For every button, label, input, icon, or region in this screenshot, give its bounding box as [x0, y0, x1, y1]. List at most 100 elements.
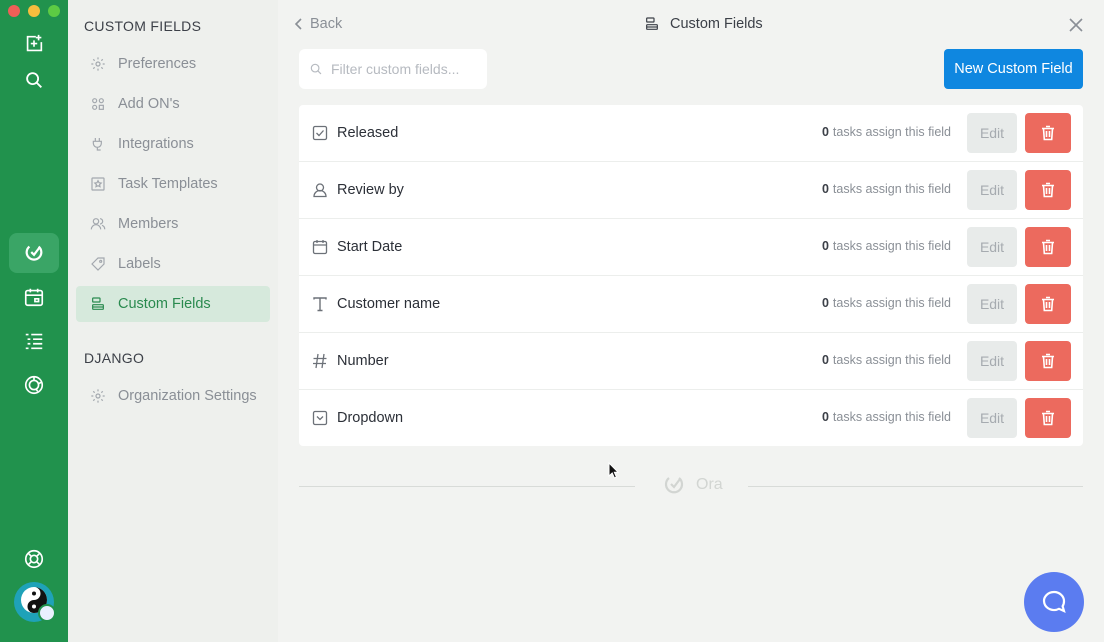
hash-icon: [313, 353, 327, 369]
sidebar-item-task-templates[interactable]: Task Templates: [76, 166, 270, 202]
sidebar-item-add-ons[interactable]: Add ON's: [76, 86, 270, 122]
rail-list-button[interactable]: [9, 322, 59, 360]
window-controls: [8, 5, 60, 17]
lifebuoy-icon: [24, 549, 44, 569]
page-title-text: Custom Fields: [670, 16, 763, 32]
rail-search-button[interactable]: [9, 61, 59, 99]
workspace-badge[interactable]: [38, 604, 56, 622]
table-row: Released 0 tasks assign this field Edit: [299, 105, 1083, 162]
field-name: Dropdown: [337, 410, 404, 426]
sidebar-item-label: Preferences: [118, 56, 197, 72]
person-icon: [313, 183, 327, 198]
window-close-button[interactable]: [8, 5, 20, 17]
edit-button[interactable]: Edit: [967, 227, 1017, 267]
filter-input[interactable]: [331, 61, 471, 77]
rail-new-task-button[interactable]: [9, 25, 59, 63]
delete-button[interactable]: [1025, 170, 1071, 210]
search-icon: [310, 63, 322, 75]
pie-chart-icon: [24, 375, 44, 395]
ora-logo-icon: [25, 245, 43, 261]
field-usage-count: 0 tasks assign this field: [821, 410, 951, 424]
field-name: Review by: [337, 182, 404, 198]
rail-reports-button[interactable]: [9, 366, 59, 404]
delete-button[interactable]: [1025, 341, 1071, 381]
fields-icon: [646, 17, 658, 30]
table-row: Dropdown 0 tasks assign this field Edit: [299, 390, 1083, 447]
field-usage-count: 0 tasks assign this field: [821, 296, 951, 310]
sidebar-item-label: Members: [118, 216, 179, 232]
dropdown-icon: [312, 410, 328, 426]
section-title-organization: DJANGO: [84, 350, 145, 366]
window-minimize-button[interactable]: [28, 5, 40, 17]
back-button[interactable]: Back: [294, 16, 342, 32]
edit-button[interactable]: Edit: [967, 113, 1017, 153]
table-row: Start Date 0 tasks assign this field Edit: [299, 219, 1083, 276]
window-maximize-button[interactable]: [48, 5, 60, 17]
sidebar-item-label: Organization Settings: [118, 388, 257, 404]
sidebar-item-members[interactable]: Members: [76, 206, 270, 242]
calendar-icon: [24, 288, 44, 307]
filter-field[interactable]: [299, 49, 487, 89]
sidebar-item-organization-settings[interactable]: Organization Settings: [76, 378, 270, 414]
top-bar: Back Custom Fields: [278, 0, 1104, 48]
list-icon: [25, 333, 43, 350]
mouse-cursor-icon: [608, 462, 620, 479]
edit-button[interactable]: Edit: [967, 341, 1017, 381]
delete-button[interactable]: [1025, 398, 1071, 438]
edit-button[interactable]: Edit: [967, 398, 1017, 438]
footer-divider-left: [299, 486, 635, 487]
grid-icon: [92, 98, 104, 110]
trash-icon: [1042, 410, 1054, 426]
table-row: Number 0 tasks assign this field Edit: [299, 333, 1083, 390]
settings-sidebar: CUSTOM FIELDS Preferences Add ON's Integ…: [68, 0, 278, 642]
app-rail: [0, 0, 68, 642]
sidebar-item-labels[interactable]: Labels: [76, 246, 270, 282]
text-icon: [313, 297, 327, 312]
chat-bubble-icon: [1042, 590, 1066, 613]
fields-icon: [92, 297, 104, 310]
trash-icon: [1042, 239, 1054, 255]
checkbox-icon: [312, 125, 328, 141]
table-row: Review by 0 tasks assign this field Edit: [299, 162, 1083, 219]
sidebar-item-integrations[interactable]: Integrations: [76, 126, 270, 162]
gear-icon: [91, 389, 105, 403]
chat-launcher-button[interactable]: [1024, 572, 1084, 632]
gear-icon: [91, 57, 105, 71]
field-usage-count: 0 tasks assign this field: [821, 239, 951, 253]
sidebar-item-preferences[interactable]: Preferences: [76, 46, 270, 82]
field-usage-count: 0 tasks assign this field: [821, 353, 951, 367]
add-note-icon: [26, 34, 43, 52]
new-custom-field-button[interactable]: New Custom Field: [944, 49, 1083, 89]
rail-home-button[interactable]: [9, 233, 59, 273]
sidebar-item-label: Task Templates: [118, 176, 218, 192]
close-icon[interactable]: [1066, 15, 1086, 35]
back-label: Back: [310, 16, 343, 32]
field-usage-count: 0 tasks assign this field: [821, 125, 951, 139]
delete-button[interactable]: [1025, 113, 1071, 153]
field-name: Customer name: [337, 296, 441, 312]
footer-logo: Ora: [662, 473, 723, 497]
chevron-left-icon: [294, 18, 302, 30]
delete-button[interactable]: [1025, 284, 1071, 324]
page-title: Custom Fields: [644, 16, 763, 32]
sidebar-item-label: Integrations: [118, 136, 194, 152]
edit-button[interactable]: Edit: [967, 170, 1017, 210]
delete-button[interactable]: [1025, 227, 1071, 267]
field-name: Number: [337, 353, 389, 369]
calendar-icon: [312, 240, 328, 255]
search-icon: [26, 72, 42, 88]
field-name: Start Date: [337, 239, 403, 255]
section-title-custom-fields: CUSTOM FIELDS: [84, 18, 202, 34]
main-content: Back Custom Fields New Custom Field Rele…: [278, 0, 1104, 642]
trash-icon: [1042, 296, 1054, 312]
sidebar-item-label: Custom Fields: [118, 296, 211, 312]
rail-calendar-button[interactable]: [9, 278, 59, 316]
sidebar-item-label: Labels: [118, 256, 161, 272]
sidebar-item-custom-fields[interactable]: Custom Fields: [76, 286, 270, 322]
star-template-icon: [91, 177, 105, 191]
field-usage-count: 0 tasks assign this field: [821, 182, 951, 196]
edit-button[interactable]: Edit: [967, 284, 1017, 324]
rail-help-button[interactable]: [9, 540, 59, 578]
field-name: Released: [337, 125, 399, 141]
plug-icon: [92, 138, 102, 151]
